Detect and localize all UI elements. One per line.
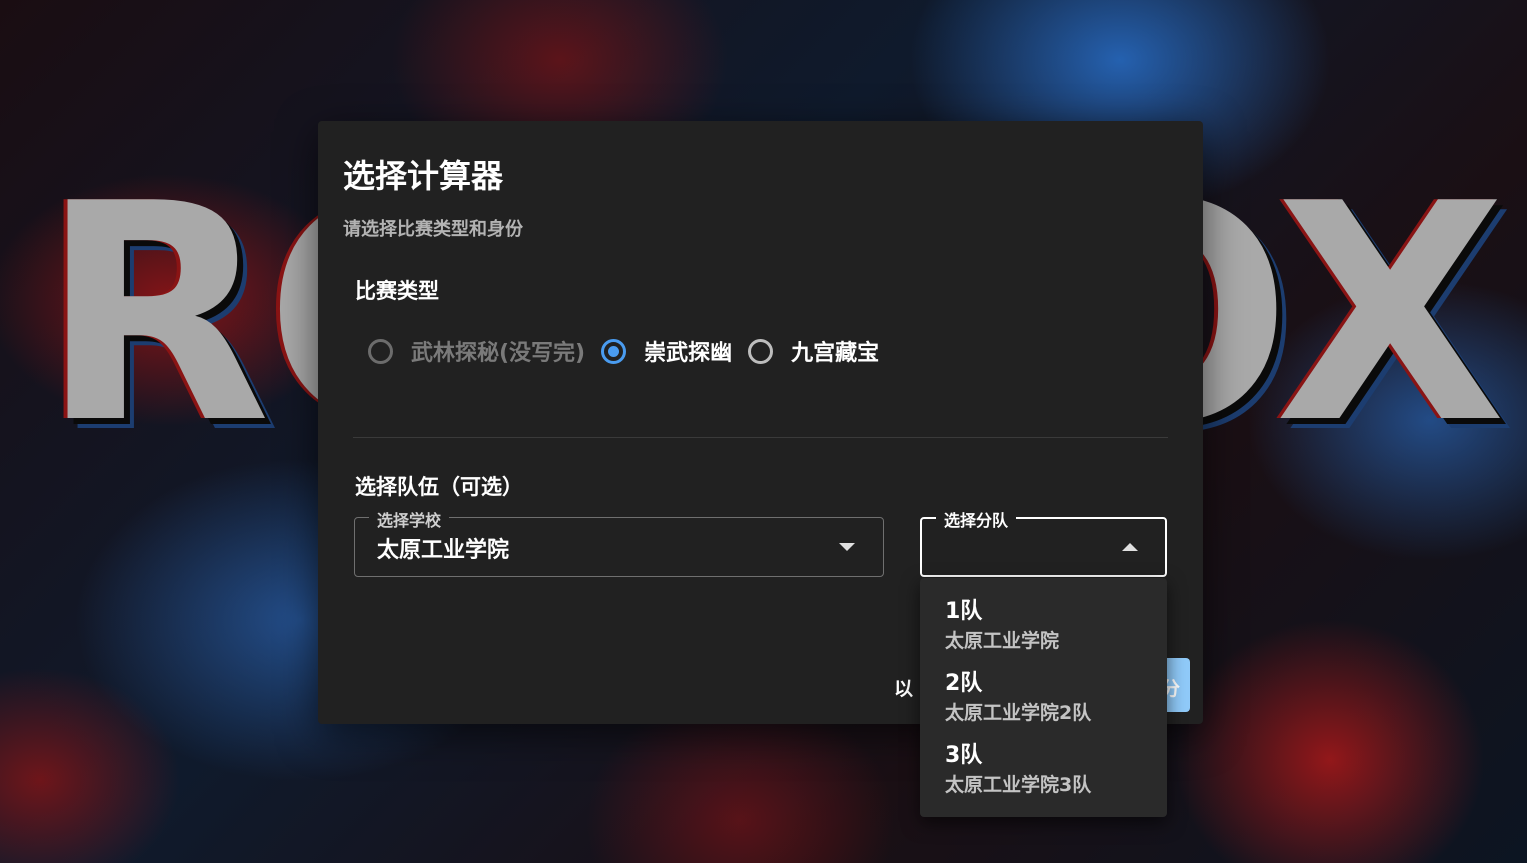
radio-label-jiugong: 九宫藏宝 <box>791 341 880 366</box>
radio-wulin: 武林探秘(没写完) <box>368 335 585 367</box>
radio-unchecked-icon <box>748 338 774 364</box>
dialog-title: 选择计算器 <box>343 157 504 195</box>
menu-item-secondary: 太原工业学院3队 <box>945 774 1092 796</box>
menu-item-primary: 3队 <box>945 743 983 768</box>
team-dropdown-menu: 1队 太原工业学院 2队 太原工业学院2队 3队 太原工业学院3队 <box>920 578 1167 817</box>
menu-item-primary: 2队 <box>945 671 983 696</box>
radio-unchecked-icon <box>368 338 393 364</box>
menu-item-primary: 1队 <box>945 599 983 624</box>
team-select-legend: 选择分队 <box>936 507 1017 531</box>
team-section-label: 选择队伍（可选） <box>355 475 523 499</box>
footer-action-text[interactable]: 以 <box>894 674 913 701</box>
radio-jiugong[interactable]: 九宫藏宝 <box>748 335 879 367</box>
team-select[interactable]: 选择分队 <box>920 507 1167 577</box>
menu-item-team-2[interactable]: 2队 太原工业学院2队 <box>920 668 1167 740</box>
contest-type-radio-group: 武林探秘(没写完) 崇武探幽 九宫藏宝 <box>368 335 895 367</box>
radio-label-chongwu: 崇武探幽 <box>644 341 733 366</box>
dialog-subtitle: 请选择比赛类型和身份 <box>343 219 523 240</box>
menu-item-team-1[interactable]: 1队 太原工业学院 <box>920 596 1167 668</box>
menu-item-secondary: 太原工业学院2队 <box>945 702 1092 724</box>
radio-label-wulin: 武林探秘(没写完) <box>411 341 586 366</box>
divider <box>353 437 1168 438</box>
radio-chongwu[interactable]: 崇武探幽 <box>601 335 732 367</box>
caret-up-icon <box>1122 543 1138 551</box>
caret-down-icon <box>839 543 855 551</box>
radio-checked-icon <box>601 338 627 364</box>
school-select[interactable]: 选择学校 太原工业学院 <box>354 507 884 577</box>
menu-item-team-3[interactable]: 3队 太原工业学院3队 <box>920 740 1167 812</box>
school-select-value: 太原工业学院 <box>377 538 510 563</box>
contest-type-label: 比赛类型 <box>355 279 439 303</box>
menu-item-secondary: 太原工业学院 <box>945 630 1060 652</box>
school-select-legend: 选择学校 <box>369 507 450 531</box>
